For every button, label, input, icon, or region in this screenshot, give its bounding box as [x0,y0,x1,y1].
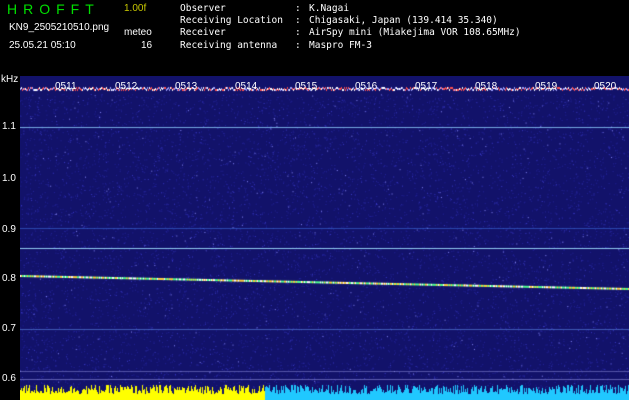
header-panel: HROFFT 1.00f KN9_2505210510.png 25.05.21… [0,0,629,75]
filename-label: KN9_2505210510.png [9,22,110,33]
y-tick-label: 1.1 [2,121,16,132]
y-axis: 1.1 1.0 0.9 0.8 0.7 0.6 [0,76,20,400]
time-tick-label: 0516 [355,81,378,92]
version-label: 1.00f [124,3,147,14]
time-tick-label: 0517 [415,81,438,92]
y-tick-label: 1.0 [2,173,16,184]
meteor-label: meteo [124,27,152,38]
spectrogram-canvas [20,76,629,400]
info-value: Chigasaki, Japan (139.414 35.340) [309,15,498,27]
y-tick-label: 0.8 [2,273,16,284]
time-tick-label: 0518 [475,81,498,92]
info-row-receiver: Receiver: AirSpy mini (Miakejima VOR 108… [180,27,521,39]
time-tick-label: 0512 [115,81,138,92]
app-title: HROFFT [7,1,100,17]
info-value: K.Nagai [309,3,350,14]
meteor-count: 16 [141,40,153,51]
y-tick-label: 0.7 [2,323,16,334]
info-row-location: Receiving Location: Chigasaki, Japan (13… [180,15,498,27]
info-label: Receiver [180,27,226,39]
info-value: Maspro FM-3 [309,39,372,51]
time-tick-label: 0514 [235,81,258,92]
time-tick-label: 0520 [594,81,617,92]
datetime-label: 25.05.21 05:10 [9,40,76,51]
y-tick-label: 0.6 [2,373,16,384]
time-tick-label: 0511 [55,81,77,92]
info-label: Receiving Location [180,15,283,27]
time-tick-label: 0519 [535,81,558,92]
info-row-observer: Observer: K.Nagai [180,3,350,14]
station-info: Observer: K.Nagai Receiving Location: Ch… [180,3,521,52]
y-tick-label: 0.9 [2,224,16,235]
time-tick-label: 0515 [295,81,318,92]
info-label: Observer [180,3,226,14]
info-value: AirSpy mini (Miakejima VOR 108.65MHz) [309,27,521,39]
time-tick-label: 0513 [175,81,198,92]
info-label: Receiving antenna [180,39,278,51]
info-row-antenna: Receiving antenna: Maspro FM-3 [180,39,372,51]
